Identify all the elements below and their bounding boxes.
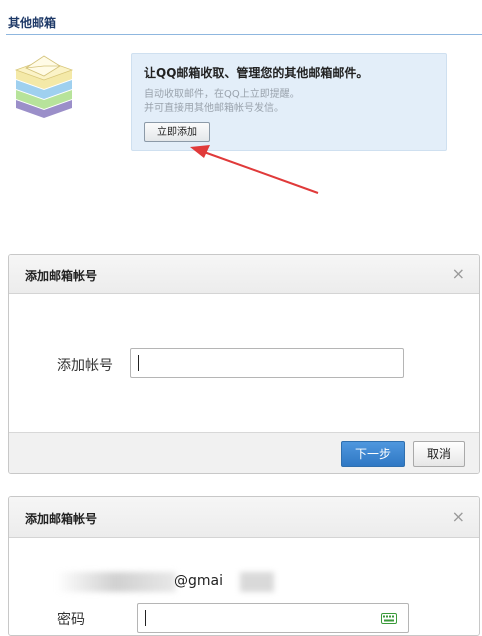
promo-description-1: 自动收取邮件，在QQ上立即提醒。 (144, 89, 300, 100)
add-now-button[interactable]: 立即添加 (144, 122, 210, 142)
mail-stack-icon (14, 55, 74, 118)
promo-panel: 让QQ邮箱收取、管理您的其他邮箱邮件。 自动收取邮件，在QQ上立即提醒。 并可直… (131, 53, 447, 151)
add-account-dialog-step2: 添加邮箱帐号 × 密码 (8, 496, 480, 636)
email-address-partial: @gmai (174, 573, 223, 589)
add-account-dialog: 添加邮箱帐号 × 添加帐号 下一步 取消 (8, 254, 480, 474)
password-label: 密码 (57, 612, 85, 628)
text-caret (145, 610, 146, 626)
close-icon[interactable]: × (452, 264, 465, 283)
promo-description-2: 并可直接用其他邮箱帐号发信。 (144, 103, 284, 114)
dialog-title: 添加邮箱帐号 (25, 269, 98, 283)
promo-title: 让QQ邮箱收取、管理您的其他邮箱邮件。 (144, 66, 369, 80)
section-title: 其他邮箱 (8, 16, 57, 30)
next-button[interactable]: 下一步 (341, 441, 405, 467)
email-redacted-suffix (240, 572, 274, 592)
account-input[interactable] (130, 348, 404, 378)
dialog-footer: 下一步 取消 (9, 432, 479, 473)
keyboard-icon[interactable] (381, 613, 397, 624)
password-input[interactable] (137, 603, 409, 633)
account-field-label: 添加帐号 (57, 358, 113, 374)
cancel-button[interactable]: 取消 (413, 441, 465, 467)
dialog-title: 添加邮箱帐号 (25, 512, 98, 526)
dialog-header: 添加邮箱帐号 × (9, 255, 479, 294)
dialog-header: 添加邮箱帐号 × (9, 497, 479, 538)
close-icon[interactable]: × (452, 507, 465, 526)
text-caret (138, 355, 139, 371)
section-divider (6, 34, 482, 35)
email-redacted-part (56, 572, 176, 592)
